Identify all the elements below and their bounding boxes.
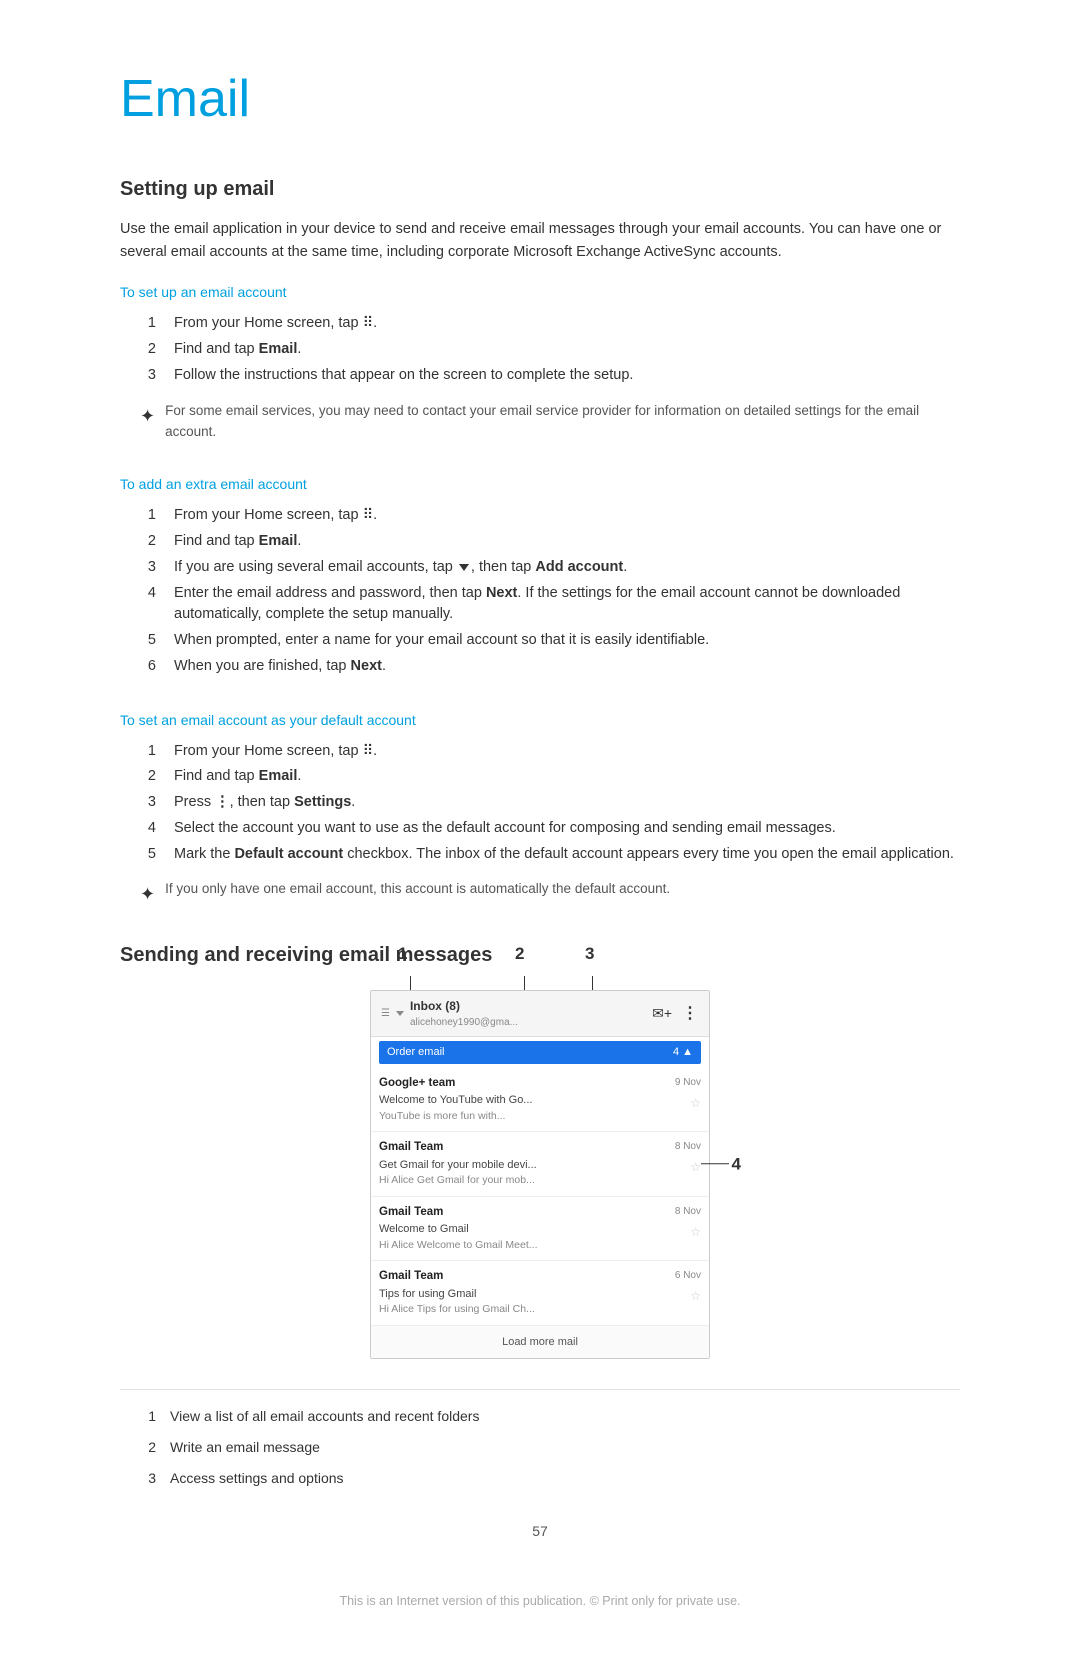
- email-subject: Get Gmail for your mobile devi...: [379, 1157, 537, 1174]
- list-item: 6When you are finished, tap Next.: [120, 656, 960, 678]
- email-preview: YouTube is more fun with...: [379, 1109, 532, 1125]
- num-line-2: [524, 976, 525, 990]
- note-text-1: For some email services, you may need to…: [165, 401, 960, 443]
- sending-receiving-heading: Sending and receiving email messages: [120, 940, 960, 970]
- email-row: Gmail Team Tips for using Gmail Hi Alice…: [371, 1261, 709, 1325]
- email-subject: Welcome to YouTube with Go...: [379, 1092, 532, 1109]
- email-from: Gmail Team: [379, 1139, 537, 1156]
- email-from: Gmail Team: [379, 1204, 538, 1221]
- email-date: 8 Nov ☆: [675, 1139, 701, 1176]
- email-row: Google+ team Welcome to YouTube with Go.…: [371, 1068, 709, 1133]
- callout-num-3: 3: [140, 1468, 156, 1489]
- email-preview: Hi Alice Welcome to Gmail Meet...: [379, 1238, 538, 1254]
- order-email-label: Order email: [387, 1044, 444, 1061]
- list-item: 1From your Home screen, tap ⠿.: [120, 505, 960, 527]
- email-preview: Hi Alice Get Gmail for your mob...: [379, 1173, 537, 1189]
- sending-receiving-section: Sending and receiving email messages 1 2…: [120, 940, 960, 1489]
- more-options-icon: ⋮: [682, 1002, 699, 1026]
- list-item: 3If you are using several email accounts…: [120, 557, 960, 579]
- star-icon: ☆: [690, 1158, 701, 1176]
- screenshot-header: ☰ Inbox (8) alicehoney1990@gma... ✉+ ⋮: [371, 991, 709, 1037]
- setting-up-email-section: Setting up email Use the email applicati…: [120, 174, 960, 908]
- subsection-add-account: To add an extra email account 1From your…: [120, 474, 960, 677]
- setting-up-heading: Setting up email: [120, 174, 960, 204]
- email-row: Gmail Team Welcome to Gmail Hi Alice Wel…: [371, 1197, 709, 1262]
- callout-row-3: 3 Access settings and options: [120, 1468, 960, 1489]
- star-icon: ☆: [690, 1287, 701, 1305]
- email-subject: Welcome to Gmail: [379, 1221, 538, 1238]
- list-item: 2Find and tap Email.: [120, 531, 960, 553]
- email-from: Google+ team: [379, 1075, 532, 1092]
- callout-4-line: 4: [701, 1151, 741, 1177]
- callout-num-2: 2: [140, 1437, 156, 1458]
- callout-row-1: 1 View a list of all email accounts and …: [120, 1406, 960, 1427]
- callout-text-3: Access settings and options: [170, 1468, 344, 1489]
- subsection-default-account: To set an email account as your default …: [120, 710, 960, 909]
- note-icon-2: ✦: [140, 881, 155, 908]
- callout-text-2: Write an email message: [170, 1437, 320, 1458]
- num-line-1: [410, 976, 411, 990]
- setting-up-intro: Use the email application in your device…: [120, 218, 960, 264]
- note-icon: ✦: [140, 403, 155, 443]
- default-account-steps-list: 1From your Home screen, tap ⠿. 2Find and…: [120, 741, 960, 866]
- screenshot-container: 1 2 3 ☰ Inbox (8) alicehoney1990@gma...: [120, 990, 960, 1359]
- note-box-1: ✦ For some email services, you may need …: [120, 401, 960, 443]
- subsection-link-1: To set up an email account: [120, 282, 960, 303]
- list-item: 4Select the account you want to use as t…: [120, 818, 960, 840]
- subsection-setup: To set up an email account 1From your Ho…: [120, 282, 960, 442]
- email-preview: Hi Alice Tips for using Gmail Ch...: [379, 1302, 535, 1318]
- list-item: 5Mark the Default account checkbox. The …: [120, 844, 960, 866]
- email-from: Gmail Team: [379, 1268, 535, 1285]
- list-item: 5When prompted, enter a name for your em…: [120, 630, 960, 652]
- subsection-link-3: To set an email account as your default …: [120, 710, 960, 731]
- email-date: 6 Nov ☆: [675, 1268, 701, 1305]
- order-email-bar: Order email 4 ▲: [379, 1041, 701, 1064]
- subsection-link-2: To add an extra email account: [120, 474, 960, 495]
- inbox-count: Inbox (8): [410, 997, 518, 1015]
- setup-steps-list: 1From your Home screen, tap ⠿. 2Find and…: [120, 313, 960, 386]
- callout-descriptions: 1 View a list of all email accounts and …: [120, 1389, 960, 1489]
- screenshot-actions: ✉+ ⋮: [652, 1002, 699, 1026]
- add-account-steps-list: 1From your Home screen, tap ⠿. 2Find and…: [120, 505, 960, 677]
- list-item: 3Press ⋮, then tap Settings.: [120, 792, 960, 814]
- list-item: 2Find and tap Email.: [120, 766, 960, 788]
- email-subject: Tips for using Gmail: [379, 1286, 535, 1303]
- note-text-2: If you only have one email account, this…: [165, 879, 670, 908]
- note-box-2: ✦ If you only have one email account, th…: [120, 879, 960, 908]
- email-screenshot: ☰ Inbox (8) alicehoney1990@gma... ✉+ ⋮: [370, 990, 710, 1359]
- list-item: 2Find and tap Email.: [120, 339, 960, 361]
- email-list: Google+ team Welcome to YouTube with Go.…: [371, 1068, 709, 1325]
- callout-num-1: 1: [140, 1406, 156, 1427]
- inbox-label: ☰ Inbox (8) alicehoney1990@gma...: [381, 997, 518, 1030]
- load-more-button[interactable]: Load more mail: [371, 1325, 709, 1359]
- list-item: 4Enter the email address and password, t…: [120, 583, 960, 627]
- account-email: alicehoney1990@gma...: [410, 1015, 518, 1030]
- star-icon: ☆: [690, 1094, 701, 1112]
- page-title: Email: [120, 60, 960, 138]
- page-number: 57: [120, 1521, 960, 1542]
- email-date: 9 Nov ☆: [675, 1075, 701, 1112]
- list-item: 1From your Home screen, tap ⠿.: [120, 741, 960, 763]
- footer-text: This is an Internet version of this publ…: [120, 1582, 960, 1611]
- email-date: 8 Nov ☆: [675, 1204, 701, 1241]
- callout-row-2: 2 Write an email message: [120, 1437, 960, 1458]
- num-line-3: [592, 976, 593, 990]
- order-email-date: 4 ▲: [673, 1044, 693, 1061]
- list-item: 1From your Home screen, tap ⠿.: [120, 313, 960, 335]
- compose-icon: ✉+: [652, 1003, 672, 1024]
- list-item: 3Follow the instructions that appear on …: [120, 365, 960, 387]
- callout-text-1: View a list of all email accounts and re…: [170, 1406, 479, 1427]
- star-icon: ☆: [690, 1223, 701, 1241]
- email-row: Gmail Team Get Gmail for your mobile dev…: [371, 1132, 709, 1197]
